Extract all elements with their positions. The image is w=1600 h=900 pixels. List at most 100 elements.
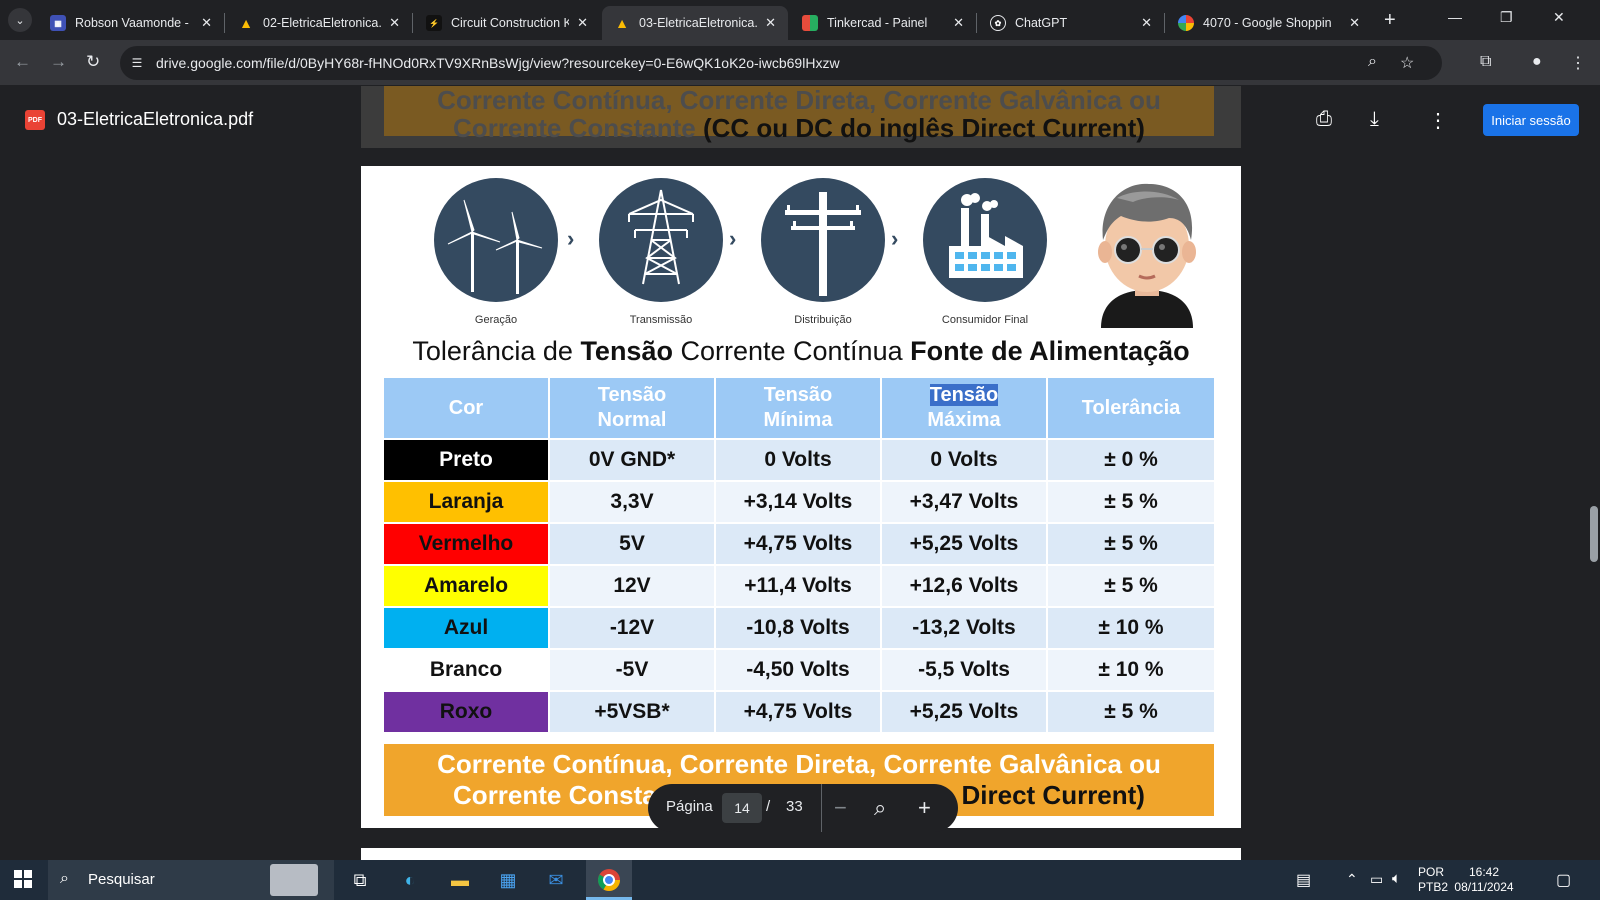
table-cell-max: -13,2 Volts — [882, 608, 1048, 648]
avatar — [1083, 178, 1211, 328]
extensions-icon[interactable]: ⧉ — [1480, 53, 1491, 71]
pdf-file-icon: PDF — [25, 110, 45, 130]
close-tab-icon[interactable]: ✕ — [765, 15, 776, 31]
table-row: Branco -5V -4,50 Volts -5,5 Volts ± 10 % — [384, 648, 1214, 690]
table-header: Tensão Normal — [550, 378, 716, 438]
table-cell-max: +5,25 Volts — [882, 524, 1048, 564]
back-icon[interactable]: ← — [14, 52, 31, 72]
minimize-icon[interactable]: — — [1448, 9, 1462, 25]
table-cell-min: -4,50 Volts — [716, 650, 882, 690]
voltage-tolerance-table: Cor Tensão Normal Tensão Mínima Tensão Máxi… — [384, 378, 1214, 732]
total-pages: 33 — [786, 798, 803, 815]
table-header: Cor — [384, 378, 550, 438]
tab-chatgpt[interactable]: ✿ ChatGPT ✕ — [978, 6, 1164, 40]
wire-color-cell: Laranja — [384, 482, 550, 522]
file-explorer-icon[interactable]: ▬ — [446, 866, 474, 894]
url-text[interactable]: drive.google.com/file/d/0ByHY68r-fHNOd0R… — [156, 55, 840, 71]
hidden-icons-chevron-icon[interactable]: ⌃ — [1346, 871, 1358, 888]
network-icon[interactable]: ▭ — [1370, 871, 1383, 888]
zoom-out-icon[interactable]: − — [834, 795, 847, 821]
close-window-icon[interactable]: ✕ — [1553, 9, 1565, 26]
profile-icon[interactable]: ● — [1532, 53, 1542, 71]
microsoft-store-icon[interactable]: ▦ — [494, 866, 522, 894]
more-options-icon[interactable]: ⋮ — [1428, 108, 1448, 133]
tab-robson[interactable]: ▦ Robson Vaamonde - El ✕ — [38, 6, 224, 40]
site-info-icon[interactable]: ☰ — [128, 54, 146, 72]
mail-icon[interactable]: ✉ — [542, 866, 570, 894]
download-icon[interactable]: ⤓ — [1370, 108, 1379, 131]
table-row: Amarelo 12V +11,4 Volts +12,6 Volts ± 5 % — [384, 564, 1214, 606]
close-tab-icon[interactable]: ✕ — [953, 15, 964, 31]
clock[interactable]: 16:42 08/11/2024 — [1454, 865, 1514, 895]
print-icon[interactable]: ⎙ — [1316, 108, 1332, 131]
tab-eletrica-02[interactable]: ▲ 02-EletricaEletronica.p ✕ — [226, 6, 412, 40]
drive-favicon-icon: ▲ — [615, 15, 629, 31]
phet-favicon-icon: ⚡ — [426, 15, 442, 31]
restore-icon[interactable]: ❐ — [1500, 9, 1513, 26]
zoom-fit-icon[interactable]: ⌕ — [874, 795, 886, 821]
table-cell-tol: ± 10 % — [1048, 650, 1214, 690]
notifications-icon[interactable]: ▢ — [1556, 870, 1571, 890]
tab-search-icon[interactable]: ⌄ — [8, 8, 32, 32]
stage-label: Transmissão — [629, 314, 693, 326]
scrollbar-thumb[interactable] — [1590, 506, 1598, 562]
edge-icon[interactable]: ◐ — [396, 866, 424, 894]
new-tab-button[interactable]: + — [1384, 9, 1396, 32]
tab-circuit-kit[interactable]: ⚡ Circuit Construction Kit ✕ — [414, 6, 600, 40]
table-cell-min: +4,75 Volts — [716, 524, 882, 564]
table-cell-normal: -12V — [550, 608, 716, 648]
tab-divider — [1164, 13, 1165, 33]
table-cell-tol: ± 5 % — [1048, 524, 1214, 564]
chevron-right-icon: › — [729, 226, 737, 251]
volume-icon[interactable]: 🔈︎ — [1392, 870, 1401, 887]
wire-color-cell: Azul — [384, 608, 550, 648]
search-highlight-image[interactable] — [270, 864, 318, 896]
chatgpt-favicon-icon: ✿ — [990, 15, 1006, 31]
table-cell-min: 0 Volts — [716, 440, 882, 480]
table-cell-normal: 0V GND* — [550, 440, 716, 480]
table-row: Azul -12V -10,8 Volts -13,2 Volts ± 10 % — [384, 606, 1214, 648]
close-tab-icon[interactable]: ✕ — [389, 15, 400, 31]
table-row: Vermelho 5V +4,75 Volts +5,25 Volts ± 5 % — [384, 522, 1214, 564]
close-tab-icon[interactable]: ✕ — [1349, 15, 1360, 31]
viewer-header: PDF 03-EletricaEletronica.pdf ⎙ ⤓ ⋮ Inic… — [0, 86, 1600, 150]
reload-icon[interactable]: ↻ — [86, 52, 100, 72]
drive-favicon-icon: ▲ — [239, 15, 253, 31]
forward-icon[interactable]: → — [50, 52, 67, 72]
sign-in-button[interactable]: Iniciar sessão — [1483, 104, 1579, 136]
news-widget-icon[interactable]: ▤ — [1296, 870, 1311, 890]
zoom-icon[interactable]: ⌕ — [1368, 53, 1377, 71]
table-cell-tol: ± 10 % — [1048, 608, 1214, 648]
task-view-icon[interactable]: ⧉ — [346, 866, 374, 894]
page-navigator: Página 14 / 33 − ⌕ + — [648, 784, 958, 832]
close-tab-icon[interactable]: ✕ — [201, 15, 212, 31]
tab-eletrica-03[interactable]: ▲ 03-EletricaEletronica.p ✕ — [602, 6, 788, 40]
tab-google-shopping[interactable]: 4070 - Google Shoppin ✕ — [1166, 6, 1372, 40]
browser-tab-strip: ⌄ ▦ Robson Vaamonde - El ✕ ▲ 02-Eletrica… — [0, 0, 1600, 40]
factory-icon — [923, 178, 1047, 302]
table-cell-max: +12,6 Volts — [882, 566, 1048, 606]
address-bar[interactable]: ☰ drive.google.com/file/d/0ByHY68r-fHNOd… — [120, 46, 1442, 80]
table-cell-tol: ± 5 % — [1048, 482, 1214, 522]
pdf-page: Geração › Transmissão › Distribuição › C… — [361, 166, 1241, 828]
taskbar-search[interactable]: ⌕ Pesquisar — [48, 860, 334, 900]
windows-start-icon[interactable] — [14, 870, 32, 893]
table-header: Tensão Mínima — [716, 378, 882, 438]
bookmark-star-icon[interactable]: ☆ — [1400, 53, 1414, 73]
chrome-icon[interactable] — [595, 866, 623, 894]
transmission-tower-icon — [599, 178, 723, 302]
stage-label: Geração — [474, 314, 518, 326]
table-header: Tolerância — [1048, 378, 1214, 438]
close-tab-icon[interactable]: ✕ — [577, 15, 588, 31]
current-page-input[interactable]: 14 — [722, 793, 762, 823]
tab-tinkercad[interactable]: Tinkercad - Painel ✕ — [790, 6, 976, 40]
table-cell-min: +11,4 Volts — [716, 566, 882, 606]
zoom-in-icon[interactable]: + — [918, 795, 931, 821]
browser-menu-icon[interactable]: ⋮ — [1570, 53, 1586, 73]
table-cell-min: -10,8 Volts — [716, 608, 882, 648]
file-title: 03-EletricaEletronica.pdf — [57, 109, 254, 129]
language-indicator[interactable]: POR PTB2 — [1418, 865, 1448, 895]
close-tab-icon[interactable]: ✕ — [1141, 15, 1152, 31]
table-cell-normal: +5VSB* — [550, 692, 716, 732]
tab-divider — [976, 13, 977, 33]
